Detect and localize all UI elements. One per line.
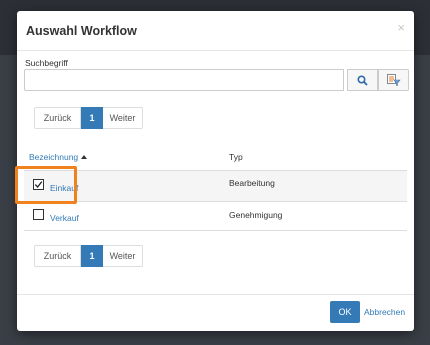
pagination-bottom: Zurück 1 Weiter bbox=[34, 245, 143, 267]
footer-divider bbox=[17, 294, 414, 295]
column-header-label: Bezeichnung bbox=[29, 152, 79, 162]
pagination-page-button[interactable]: 1 bbox=[81, 245, 103, 267]
table-row[interactable]: Einkauf Bearbeitung bbox=[24, 171, 407, 201]
pagination-page-button[interactable]: 1 bbox=[81, 107, 103, 129]
column-header-bezeichnung[interactable]: Bezeichnung bbox=[29, 152, 88, 162]
filter-button[interactable] bbox=[378, 69, 409, 91]
close-button[interactable]: × bbox=[397, 20, 405, 35]
dialog-header: Auswahl Workflow × bbox=[17, 11, 414, 51]
pagination-top: Zurück 1 Weiter bbox=[34, 107, 143, 129]
table-divider bbox=[24, 230, 407, 231]
pagination-prev-button[interactable]: Zurück bbox=[34, 245, 81, 267]
filter-icon bbox=[386, 74, 401, 86]
row-name-link[interactable]: Verkauf bbox=[50, 213, 79, 223]
pagination-next-button[interactable]: Weiter bbox=[103, 107, 143, 129]
table-row[interactable]: Verkauf Genehmigung bbox=[24, 202, 407, 230]
cancel-link[interactable]: Abbrechen bbox=[364, 307, 405, 317]
row-type: Genehmigung bbox=[229, 210, 283, 220]
ok-button[interactable]: OK bbox=[330, 301, 360, 323]
pagination-next-button[interactable]: Weiter bbox=[103, 245, 143, 267]
row-checkbox[interactable] bbox=[33, 209, 44, 220]
pagination-prev-button[interactable]: Zurück bbox=[34, 107, 81, 129]
selection-highlight bbox=[15, 166, 77, 204]
search-label: Suchbegriff bbox=[25, 58, 68, 68]
row-type: Bearbeitung bbox=[229, 178, 275, 188]
column-header-typ: Typ bbox=[229, 152, 243, 162]
dialog-title: Auswahl Workflow bbox=[26, 24, 137, 38]
search-button[interactable] bbox=[347, 69, 378, 91]
search-input[interactable] bbox=[24, 69, 344, 91]
search-icon bbox=[357, 74, 368, 86]
sort-ascending-icon bbox=[81, 155, 88, 159]
